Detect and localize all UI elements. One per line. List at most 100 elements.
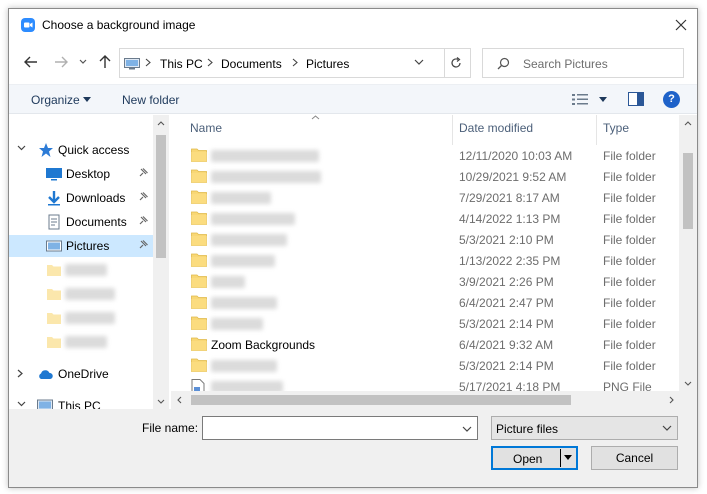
view-options-icon[interactable] — [572, 93, 590, 106]
address-bar[interactable]: This PC Documents Pictures — [119, 48, 445, 78]
nav-desktop[interactable]: Desktop — [9, 163, 153, 185]
chevron-down-icon[interactable] — [157, 399, 165, 404]
redacted-label — [65, 312, 115, 324]
file-name-combobox[interactable] — [202, 416, 478, 440]
breadcrumb-documents[interactable]: Documents — [221, 57, 282, 71]
recent-locations-button[interactable] — [77, 53, 89, 71]
chevron-right-icon[interactable] — [17, 369, 23, 378]
nav-redacted-folder[interactable] — [9, 331, 153, 353]
nav-quick-access[interactable]: Quick access — [9, 139, 153, 161]
redacted-file-name — [211, 171, 321, 183]
help-icon[interactable]: ? — [663, 91, 680, 108]
new-folder-button[interactable]: New folder — [122, 93, 179, 107]
file-type-select[interactable]: Picture files — [491, 416, 678, 440]
nav-pictures[interactable]: Pictures — [9, 235, 153, 257]
file-type: File folder — [603, 191, 656, 205]
file-row[interactable]: 4/14/2022 1:13 PM File folder — [171, 208, 679, 229]
open-button[interactable]: Open — [491, 446, 578, 470]
chevron-down-icon[interactable] — [17, 145, 26, 151]
file-name-input[interactable] — [207, 420, 452, 436]
caret-down-icon — [83, 97, 91, 102]
file-row[interactable]: 10/29/2021 9:52 AM File folder — [171, 166, 679, 187]
file-row[interactable]: 3/9/2021 2:26 PM File folder — [171, 271, 679, 292]
pin-icon[interactable] — [138, 168, 148, 178]
caret-down-icon[interactable] — [564, 455, 572, 460]
chevron-down-icon[interactable] — [414, 57, 424, 67]
nav-pane-scrollbar[interactable] — [153, 115, 169, 409]
nav-redacted-folder[interactable] — [9, 307, 153, 329]
file-row[interactable]: 1/13/2022 2:35 PM File folder — [171, 250, 679, 271]
nav-documents[interactable]: Documents — [9, 211, 153, 233]
caret-down-icon[interactable] — [599, 97, 607, 102]
file-type: File folder — [603, 233, 656, 247]
chevron-down-icon[interactable] — [462, 424, 472, 434]
scrollbar-thumb[interactable] — [156, 135, 166, 258]
downloads-icon — [48, 191, 60, 206]
column-header-type[interactable]: Type — [603, 121, 629, 135]
up-button[interactable] — [95, 53, 115, 71]
column-header-date[interactable]: Date modified — [459, 121, 533, 135]
search-box[interactable] — [482, 48, 684, 78]
column-header-name[interactable]: Name — [190, 121, 222, 135]
folder-icon — [191, 253, 207, 267]
back-button[interactable] — [21, 53, 41, 71]
breadcrumb-pictures[interactable]: Pictures — [306, 57, 349, 71]
chevron-down-icon[interactable] — [684, 381, 692, 386]
file-list-vertical-scrollbar[interactable] — [679, 115, 697, 391]
file-list-horizontal-scrollbar[interactable] — [171, 391, 679, 409]
cancel-button[interactable]: Cancel — [591, 446, 678, 470]
preview-pane-icon[interactable] — [628, 92, 644, 106]
pictures-icon — [46, 240, 62, 252]
pin-icon[interactable] — [138, 216, 148, 226]
redacted-file-name — [211, 381, 283, 391]
pin-icon[interactable] — [138, 240, 148, 250]
file-date: 3/9/2021 2:26 PM — [459, 275, 554, 289]
desktop-icon — [46, 168, 62, 181]
search-input[interactable] — [523, 55, 673, 72]
close-button[interactable] — [665, 9, 697, 41]
redacted-file-name — [211, 297, 277, 309]
file-row[interactable]: Zoom Backgrounds 6/4/2021 9:32 AM File fol… — [171, 334, 679, 355]
file-type: PNG File — [603, 380, 652, 391]
folder-icon — [191, 295, 207, 309]
folder-icon — [191, 232, 207, 246]
nav-label: Downloads — [66, 191, 126, 205]
redacted-file-name — [211, 360, 277, 372]
column-divider[interactable] — [452, 115, 453, 145]
file-row[interactable]: 6/4/2021 2:47 PM File folder — [171, 292, 679, 313]
chevron-down-icon[interactable] — [17, 401, 26, 407]
file-row[interactable]: 5/3/2021 2:14 PM File folder — [171, 355, 679, 376]
nav-onedrive[interactable]: OneDrive — [9, 363, 153, 385]
nav-redacted-folder[interactable] — [9, 283, 153, 305]
redacted-file-name — [211, 192, 271, 204]
file-date: 12/11/2020 10:03 AM — [459, 149, 573, 163]
breadcrumb-this-pc[interactable]: This PC — [160, 57, 203, 71]
nav-redacted-folder[interactable] — [9, 259, 153, 281]
folder-icon — [191, 337, 207, 351]
chevron-up-icon[interactable] — [157, 121, 165, 126]
file-type: File folder — [603, 338, 656, 352]
file-row[interactable]: 5/3/2021 2:14 PM File folder — [171, 313, 679, 334]
file-row[interactable]: 5/3/2021 2:10 PM File folder — [171, 229, 679, 250]
file-row[interactable]: 12/11/2020 10:03 AM File folder — [171, 145, 679, 166]
chevron-left-icon[interactable] — [177, 396, 182, 404]
file-name: Zoom Backgrounds — [211, 338, 316, 352]
file-type: File folder — [603, 170, 656, 184]
organize-button[interactable]: Organize — [31, 93, 80, 107]
chevron-up-icon[interactable] — [684, 121, 692, 126]
nav-this-pc[interactable]: This PC — [9, 395, 153, 409]
chevron-right-icon[interactable] — [669, 396, 674, 404]
pin-icon[interactable] — [138, 192, 148, 202]
file-type: File folder — [603, 149, 656, 163]
redacted-file-name — [211, 213, 295, 225]
file-row[interactable]: 7/29/2021 8:17 AM File folder — [171, 187, 679, 208]
refresh-button[interactable] — [441, 48, 471, 78]
nav-downloads[interactable]: Downloads — [9, 187, 153, 209]
scrollbar-thumb[interactable] — [683, 153, 693, 229]
file-row[interactable]: 5/17/2021 4:18 PM PNG File — [171, 376, 679, 391]
scrollbar-thumb[interactable] — [191, 395, 571, 405]
forward-button[interactable] — [51, 53, 71, 71]
column-divider[interactable] — [596, 115, 597, 145]
navigation-pane: Quick access Desktop Downloads Documents… — [9, 115, 169, 409]
title-bar: Choose a background image — [9, 9, 697, 41]
